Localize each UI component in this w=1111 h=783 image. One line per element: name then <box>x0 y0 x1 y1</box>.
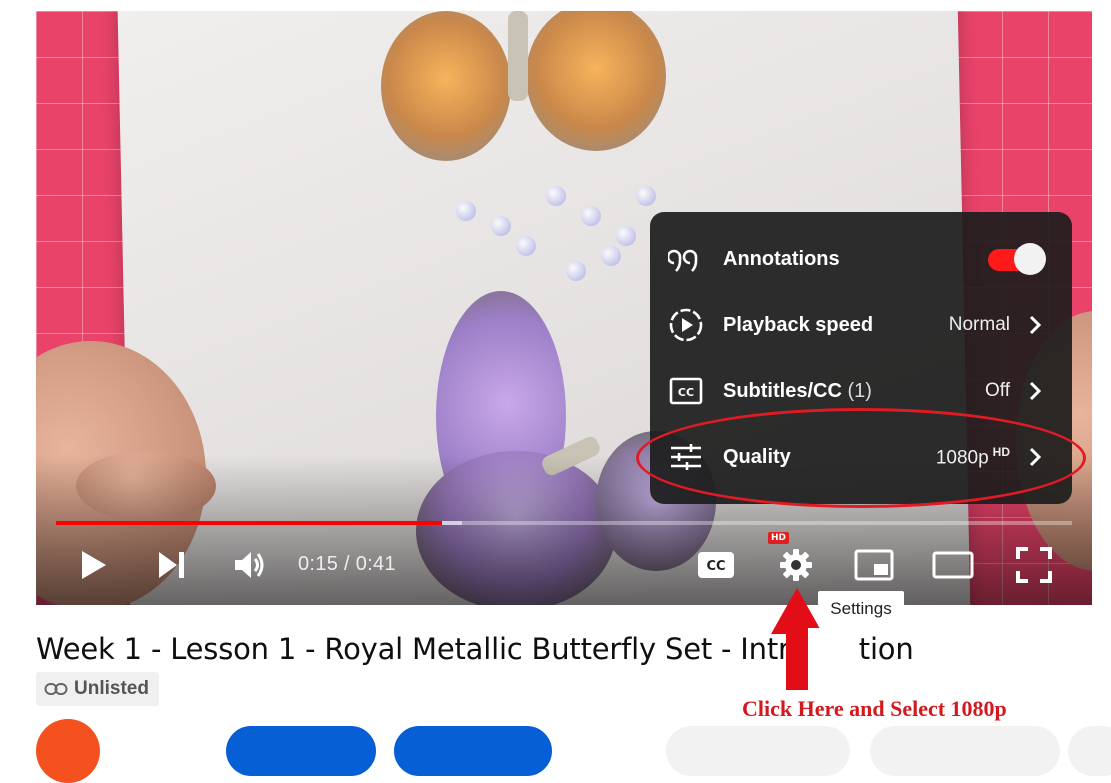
menu-label-subtitles: Subtitles/CC (1) <box>723 380 872 403</box>
menu-item-subtitles[interactable]: CC Subtitles/CC (1) Off <box>650 360 1072 422</box>
link-icon <box>44 683 68 695</box>
next-button[interactable] <box>152 541 192 589</box>
miniplayer-button[interactable] <box>850 541 898 589</box>
quality-value: 1080p HD <box>936 445 1010 469</box>
settings-menu: Annotations Playback speed Normal CC Sub… <box>650 212 1072 504</box>
fullscreen-button[interactable] <box>1010 541 1058 589</box>
svg-text:CC: CC <box>706 559 725 574</box>
chevron-right-icon <box>1029 447 1042 467</box>
instruction-text: Click Here and Select 1080p <box>742 696 1007 721</box>
volume-icon <box>235 552 264 578</box>
play-button[interactable] <box>74 541 114 589</box>
chevron-right-icon <box>1029 315 1042 335</box>
chevron-right-icon <box>1029 381 1042 401</box>
action-button-5[interactable] <box>1068 726 1111 776</box>
miniplayer-icon <box>854 549 894 581</box>
menu-label-quality: Quality <box>723 445 791 468</box>
action-button-4[interactable] <box>870 726 1060 776</box>
menu-item-playback-speed[interactable]: Playback speed Normal <box>650 294 1072 356</box>
volume-button[interactable] <box>228 541 272 589</box>
time-separator: / <box>338 553 356 575</box>
current-time: 0:15 <box>298 553 339 575</box>
subtitles-label-text: Subtitles/CC <box>723 379 842 402</box>
playback-speed-icon <box>668 307 704 343</box>
settings-tooltip: Settings <box>818 591 904 627</box>
hd-badge: HD <box>768 532 790 544</box>
quality-icon <box>668 439 704 475</box>
subtitles-button[interactable]: CC <box>692 541 740 589</box>
fullscreen-icon <box>1016 547 1052 583</box>
settings-button[interactable] <box>772 541 820 589</box>
quality-resolution: 1080p <box>935 447 989 469</box>
closed-captions-icon: CC <box>698 552 734 578</box>
play-icon <box>82 551 106 579</box>
theater-mode-button[interactable] <box>928 541 978 589</box>
total-time: 0:41 <box>355 553 396 575</box>
visibility-badge: Unlisted <box>36 672 159 706</box>
menu-label-playback-speed: Playback speed <box>723 313 874 336</box>
toggle-knob <box>1014 243 1046 275</box>
playback-speed-value: Normal <box>948 314 1010 335</box>
progress-bar[interactable] <box>56 521 1072 525</box>
progress-played <box>56 521 443 525</box>
theater-mode-icon <box>932 551 974 579</box>
visibility-label: Unlisted <box>74 678 149 699</box>
action-button-2[interactable] <box>394 726 552 776</box>
subtitles-value: Off <box>985 380 1010 401</box>
video-title: Week 1 - Lesson 1 - Royal Metallic Butte… <box>36 632 914 666</box>
quality-hd-superscript: HD <box>992 444 1010 459</box>
menu-label-annotations: Annotations <box>723 247 840 270</box>
menu-item-annotations[interactable]: Annotations <box>650 228 1072 290</box>
gear-icon <box>780 549 812 581</box>
menu-item-quality[interactable]: Quality 1080p HD <box>650 426 1072 488</box>
next-icon <box>159 552 184 578</box>
red-arrow-shaft-icon <box>786 624 808 690</box>
annotations-icon <box>668 241 704 277</box>
svg-text:CC: CC <box>678 386 694 399</box>
time-display: 0:15 / 0:41 <box>298 553 396 576</box>
annotations-toggle[interactable] <box>988 243 1046 275</box>
channel-avatar[interactable] <box>36 719 100 783</box>
arrow-occlusion <box>800 628 858 668</box>
action-button-3[interactable] <box>666 726 850 776</box>
player-controls: 0:15 / 0:41 CC <box>36 541 1092 591</box>
action-button-1[interactable] <box>226 726 376 776</box>
subtitles-icon: CC <box>668 373 704 409</box>
subtitles-track-count: (1) <box>847 379 872 402</box>
